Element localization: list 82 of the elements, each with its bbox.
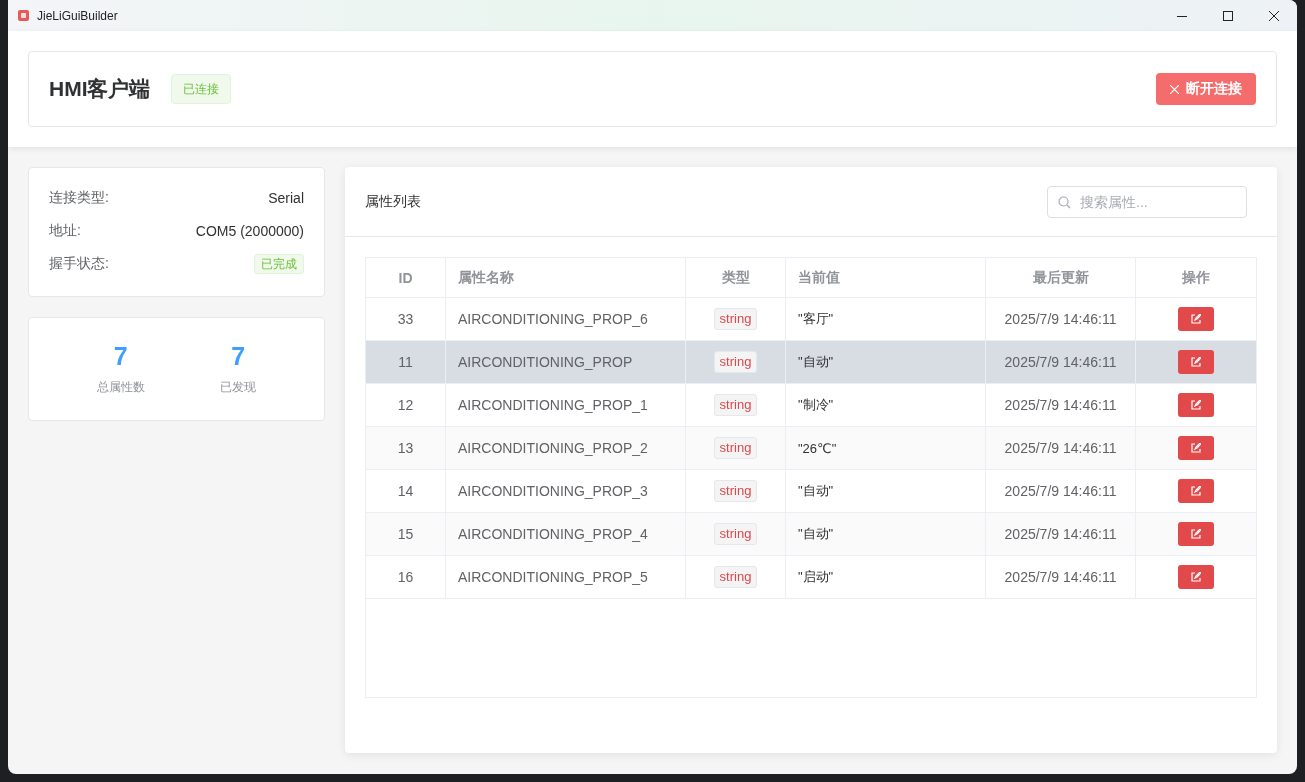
edit-icon [1191,486,1201,496]
stat-value: 7 [113,342,128,371]
info-value: COM5 (2000000) [195,223,304,239]
table-row[interactable]: 14 AIRCONDITIONING_PROP_3 string "自动" 2025/7/9 14:46:11 [366,470,1256,513]
value-cell: "制冷" [786,384,986,426]
search-field[interactable]: 搜索属性... [1047,185,1247,218]
close-icon [1170,84,1179,94]
column-header: ID [366,258,446,297]
type-tag: string [713,351,758,373]
connection-status-tag: 已连接 [170,74,231,104]
edit-icon [1191,529,1201,539]
edit-button[interactable] [1178,393,1214,417]
edit-icon [1191,443,1201,453]
type-tag: string [713,308,758,330]
type-tag: string [713,523,758,545]
updated-cell: 2025/7/9 14:46:11 [986,384,1136,426]
edit-button[interactable] [1178,565,1214,589]
value-cell: "自动" [786,341,986,383]
name-cell: AIRCONDITIONING_PROP_1 [446,384,686,426]
search-icon [1058,195,1071,209]
id-cell: 11 [366,341,446,383]
id-cell: 15 [366,513,446,555]
value-cell: "启动" [786,556,986,598]
table-row[interactable]: 12 AIRCONDITIONING_PROP_1 string "制冷" 2025/7/9 14:46:11 [366,384,1256,427]
page-title: HMI客户端 [49,76,151,102]
name-cell: AIRCONDITIONING_PROP_2 [446,427,686,469]
app-logo-icon [17,9,30,22]
table-row[interactable]: 11 AIRCONDITIONING_PROP string "自动" 2025/7/9 14:46:11 [366,341,1256,384]
value-cell: "26℃" [786,427,986,469]
type-tag: string [713,394,758,416]
updated-cell: 2025/7/9 14:46:11 [986,513,1136,555]
type-tag: string [713,437,758,459]
name-cell: AIRCONDITIONING_PROP_6 [446,298,686,340]
type-tag: string [713,566,758,588]
id-cell: 33 [366,298,446,340]
status-tag: 已完成 [254,254,304,274]
window-title: JieLiGuiBuilder [37,8,119,23]
info-label: 地址: [49,222,81,240]
value-cell: "自动" [786,513,986,555]
column-header: 类型 [686,258,786,297]
edit-icon [1191,314,1201,324]
edit-icon [1191,400,1201,410]
updated-cell: 2025/7/9 14:46:11 [986,470,1136,512]
column-header: 最后更新 [986,258,1136,297]
close-icon [1269,10,1279,21]
value-cell: "自动" [786,470,986,512]
info-value: Serial [268,190,304,206]
type-tag: string [713,480,758,502]
edit-button[interactable] [1178,307,1214,331]
name-cell: AIRCONDITIONING_PROP_5 [446,556,686,598]
column-header: 操作 [1181,267,1211,287]
id-cell: 16 [366,556,446,598]
table-row[interactable]: 13 AIRCONDITIONING_PROP_2 string "26℃" 2025/7/9 14:46:11 [366,427,1256,470]
stat-value: 7 [231,342,246,371]
updated-cell: 2025/7/9 14:46:11 [986,341,1136,383]
name-cell: AIRCONDITIONING_PROP_4 [446,513,686,555]
name-cell: AIRCONDITIONING_PROP [446,341,686,383]
column-header: 属性名称 [446,258,686,297]
edit-button[interactable] [1178,479,1214,503]
stat-label: 总属性数 [96,379,145,396]
updated-cell: 2025/7/9 14:46:11 [986,298,1136,340]
panel-title: 属性列表 [365,192,422,211]
id-cell: 14 [366,470,446,512]
edit-icon [1191,357,1201,367]
edit-button[interactable] [1178,522,1214,546]
updated-cell: 2025/7/9 14:46:11 [986,427,1136,469]
updated-cell: 2025/7/9 14:46:11 [986,556,1136,598]
table-row[interactable]: 33 AIRCONDITIONING_PROP_6 string "客厅" 2025/7/9 14:46:11 [366,298,1256,341]
id-cell: 12 [366,384,446,426]
table-row[interactable]: 15 AIRCONDITIONING_PROP_4 string "自动" 2025/7/9 14:46:11 [366,513,1256,556]
value-cell: "客厅" [786,298,986,340]
id-cell: 13 [366,427,446,469]
edit-icon [1191,572,1201,582]
edit-button[interactable] [1178,350,1214,374]
edit-button[interactable] [1178,436,1214,460]
name-cell: AIRCONDITIONING_PROP_3 [446,470,686,512]
info-label: 握手状态: [49,255,109,273]
info-label: 连接类型: [49,189,109,207]
stat-label: 已发现 [220,379,257,396]
maximize-icon [1223,10,1233,21]
table-row[interactable]: 16 AIRCONDITIONING_PROP_5 string "启动" 2025/7/9 14:46:11 [366,556,1256,599]
column-header: 当前值 [786,258,986,297]
